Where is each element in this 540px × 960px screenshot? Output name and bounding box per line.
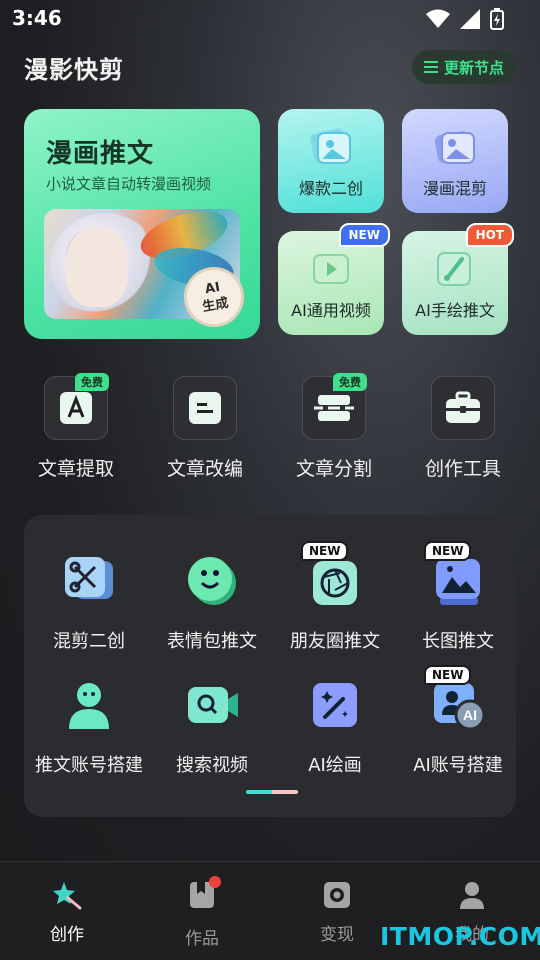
tile-label: 爆款二创 [298, 179, 363, 198]
battery-icon [490, 8, 504, 30]
grid-item-ai-painting[interactable]: AI绘画 [273, 677, 397, 777]
tile-label: AI手绘推文 [415, 301, 495, 320]
grid-item-longimage[interactable]: NEW 长图推文 [396, 541, 520, 653]
nav-works[interactable]: 作品 [162, 876, 242, 949]
free-tag: 免费 [75, 373, 109, 391]
nav-monetize[interactable]: 变现 [297, 880, 377, 945]
nav-label: 创作 [50, 925, 84, 945]
tool-icon-box [173, 376, 237, 440]
gallery-icon [434, 131, 475, 164]
grid-item-account-setup[interactable]: 推文账号搭建 [27, 677, 151, 777]
tool-icon-box: 免费 [302, 373, 367, 440]
tool-article-adapt[interactable]: 文章改编 [155, 376, 255, 481]
video-camera-icon [313, 254, 349, 284]
wifi-icon [426, 9, 450, 28]
hero-title: 漫画推文 [46, 139, 155, 169]
nav-label: 作品 [185, 929, 219, 949]
new-tag: NEW [424, 665, 472, 685]
tool-label: 文章改编 [166, 458, 243, 480]
aperture-icon [313, 561, 357, 605]
grid-item-emoji[interactable]: 表情包推文 [150, 553, 274, 653]
status-bar: 3:46 [0, 0, 540, 36]
status-icons [426, 8, 504, 30]
grid-label: 混剪二创 [53, 631, 125, 652]
grid-label: 长图推文 [422, 631, 494, 652]
new-tag: NEW [301, 541, 349, 561]
app-screen: 3:46 漫影快剪 更新节点 漫画推文 小说文章自动转漫画视频 AI 生成 爆款… [0, 0, 540, 960]
image-stack-icon [310, 128, 351, 164]
scissors-icon [65, 557, 113, 599]
hot-tag: HOT [465, 223, 514, 247]
long-image-icon [436, 559, 480, 605]
status-time: 3:46 [12, 6, 62, 30]
grid-label: 搜索视频 [176, 755, 248, 776]
letter-a-icon [60, 392, 92, 424]
grid-label: AI绘画 [308, 755, 362, 776]
toolbox-icon [446, 391, 480, 423]
update-node-label: 更新节点 [443, 58, 504, 77]
nav-create[interactable]: 创作 [27, 880, 107, 945]
ai-user-icon: AI [434, 683, 486, 731]
profile-icon [460, 882, 484, 909]
notification-dot [209, 876, 221, 888]
search-video-icon [188, 687, 238, 723]
ai-badge-line2: 生成 [201, 295, 230, 316]
magic-wand-icon [313, 683, 357, 727]
grid-label: 表情包推文 [167, 631, 257, 652]
tool-article-extract[interactable]: 免费 文章提取 [26, 373, 126, 481]
smiley-icon [188, 557, 236, 605]
svg-text:AI: AI [463, 707, 477, 723]
tool-label: 创作工具 [424, 458, 501, 480]
tool-icon-box [431, 376, 495, 440]
tile-viral-remix[interactable]: 爆款二创 [278, 109, 384, 213]
signal-icon [460, 9, 480, 29]
new-tag: NEW [424, 541, 472, 561]
tile-manga-remix[interactable]: 漫画混剪 [402, 109, 508, 213]
brush-icon [437, 252, 471, 286]
app-title: 漫影快剪 [24, 56, 124, 84]
grid-item-search-video[interactable]: 搜索视频 [150, 677, 274, 777]
hero-card-manga[interactable]: 漫画推文 小说文章自动转漫画视频 AI 生成 [24, 109, 260, 339]
star-wand-icon [53, 882, 82, 910]
tool-label: 文章提取 [37, 458, 114, 480]
update-node-button[interactable]: 更新节点 [411, 50, 516, 84]
hero-subtitle: 小说文章自动转漫画视频 [46, 175, 212, 193]
tool-label: 文章分割 [295, 458, 372, 480]
target-icon [324, 882, 350, 908]
page-indicator [246, 790, 298, 794]
watermark: ITMOP.COM [380, 922, 540, 951]
tool-article-split[interactable]: 免费 文章分割 [284, 373, 384, 481]
document-edit-icon [189, 392, 221, 424]
grid-item-moments[interactable]: NEW 朋友圈推文 [273, 541, 397, 653]
tile-label: 漫画混剪 [422, 179, 487, 198]
grid-label: 推文账号搭建 [35, 755, 143, 776]
tile-label: AI通用视频 [291, 301, 371, 320]
grid-label: 朋友圈推文 [290, 631, 380, 652]
user-icon [69, 683, 109, 729]
feature-panel: 混剪二创 表情包推文 NEW 朋友圈推文 NEW 长图推文 推文账号搭建 搜索视… [24, 515, 516, 817]
tile-ai-handdrawn[interactable]: AI手绘推文 HOT [402, 223, 514, 335]
new-tag: NEW [338, 223, 390, 247]
grid-item-ai-account[interactable]: AI NEW AI账号搭建 [396, 665, 520, 777]
grid-label: AI账号搭建 [413, 755, 503, 776]
grid-item-remix[interactable]: 混剪二创 [27, 553, 151, 653]
tile-ai-video[interactable]: AI通用视频 NEW [278, 223, 390, 335]
free-tag: 免费 [333, 373, 367, 391]
nav-label: 变现 [320, 925, 354, 945]
menu-icon [423, 61, 438, 73]
tool-icon-box: 免费 [44, 373, 109, 440]
tool-creation-tools[interactable]: 创作工具 [413, 376, 513, 481]
split-icon [314, 395, 354, 421]
